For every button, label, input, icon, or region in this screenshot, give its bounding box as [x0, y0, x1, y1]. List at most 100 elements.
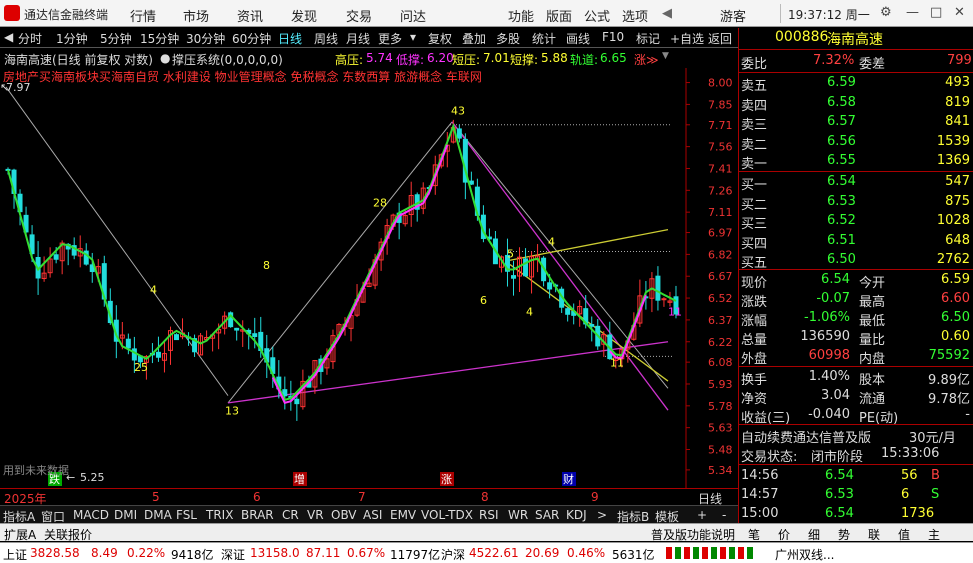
- tab-kdj[interactable]: KDJ: [566, 508, 587, 522]
- menu-news[interactable]: 资讯: [237, 6, 263, 25]
- broker-server[interactable]: 广州双线...: [775, 546, 834, 563]
- tab-more[interactable]: 更多: [378, 30, 402, 47]
- bid-row: 买二 6.53 875: [739, 193, 973, 213]
- high-pressure-value: 5.74: [366, 51, 393, 65]
- indicator-name[interactable]: 撑压系统(0,0,0,0,0): [172, 51, 283, 68]
- maximize-icon[interactable]: □: [930, 5, 942, 20]
- index-sz-name[interactable]: 深证: [221, 546, 245, 563]
- tab-weekly[interactable]: 周线: [314, 30, 338, 47]
- settings-icon[interactable]: ⚙: [880, 5, 892, 20]
- tab-dma[interactable]: DMA: [144, 508, 172, 522]
- f10-button[interactable]: F10: [602, 30, 624, 44]
- bid-level: 买二: [741, 197, 768, 213]
- bottom-tabs: 扩展A 关联报价 普及版功能说明 笔 价 细 势 联 值 主: [0, 523, 973, 543]
- tab-daily[interactable]: 日线: [278, 30, 302, 47]
- user-label[interactable]: 游客: [720, 6, 746, 25]
- statistics-button[interactable]: 统计: [532, 30, 556, 47]
- y-tick-label: 6.08: [708, 356, 733, 369]
- tab-wr[interactable]: WR: [508, 508, 528, 522]
- event-marker-label: 增: [294, 472, 305, 486]
- tab-1min[interactable]: 1分钟: [56, 30, 88, 47]
- event-marker-label: 财: [563, 472, 574, 486]
- ad-price[interactable]: 30元/月: [909, 427, 956, 446]
- menu-trade[interactable]: 交易: [346, 6, 372, 25]
- tab-macd[interactable]: MACD: [73, 508, 109, 522]
- tab-sar[interactable]: SAR: [535, 508, 559, 522]
- tab-xi[interactable]: 细: [808, 526, 820, 543]
- menu-ask[interactable]: 问达: [400, 6, 426, 25]
- tab-vr[interactable]: VR: [307, 508, 324, 522]
- tab-5min[interactable]: 5分钟: [100, 30, 132, 47]
- menu-quotes[interactable]: 行情: [130, 6, 156, 25]
- menu-options[interactable]: 选项: [622, 6, 648, 25]
- tick-volume: 1736: [901, 506, 935, 521]
- tab-cr[interactable]: CR: [282, 508, 299, 522]
- trade-state: 闭市阶段: [811, 450, 864, 465]
- tab-asi[interactable]: ASI: [363, 508, 382, 522]
- tab-emv[interactable]: EMV: [390, 508, 416, 522]
- menu-discover[interactable]: 发现: [291, 6, 317, 25]
- dropdown-icon[interactable]: ●: [160, 51, 170, 65]
- tab-shi[interactable]: 势: [838, 526, 850, 543]
- tab-30min[interactable]: 30分钟: [186, 30, 225, 47]
- y-tick-label: 7.41: [708, 162, 733, 175]
- tab-monthly[interactable]: 月线: [346, 30, 370, 47]
- tab-fenshi[interactable]: 分时: [18, 30, 42, 47]
- ask-row: 卖二 6.56 1539: [739, 133, 973, 153]
- ad-row[interactable]: 自动续费通达信普及版 30元/月: [739, 426, 973, 446]
- kline-chart[interactable]: 8.00 7.85 7.71 7.56 7.41 7.26 7.11 6.97 6.82 6.67…: [0, 68, 738, 488]
- zoom-out-button[interactable]: -: [722, 508, 726, 522]
- index-sh-name[interactable]: 上证: [3, 546, 27, 563]
- tab-fsl[interactable]: FSL: [176, 508, 197, 522]
- tick-side: B: [931, 468, 940, 483]
- tab-help[interactable]: 普及版功能说明: [651, 526, 735, 543]
- menu-layout[interactable]: 版面: [546, 6, 572, 25]
- tab-scroll-right[interactable]: >: [597, 508, 607, 522]
- menu-function[interactable]: 功能: [508, 6, 534, 25]
- tab-related-quotes[interactable]: 关联报价: [44, 526, 92, 543]
- candle-body: [661, 298, 667, 301]
- tab-zhu[interactable]: 主: [928, 526, 940, 543]
- index-hs-name[interactable]: 沪深: [441, 546, 465, 563]
- date-month-5: 5: [152, 490, 160, 504]
- menu-market[interactable]: 市场: [183, 6, 209, 25]
- bid-volume: 1028: [936, 213, 970, 228]
- ask-price: 6.56: [827, 133, 856, 149]
- multi-stock-button[interactable]: 多股: [496, 30, 520, 47]
- tab-zhi[interactable]: 值: [898, 526, 910, 543]
- tab-trix[interactable]: TRIX: [206, 508, 233, 522]
- y-tick-label: 6.52: [708, 292, 733, 305]
- chevron-down-icon[interactable]: ▾: [410, 30, 416, 44]
- tab-bi[interactable]: 笔: [748, 526, 760, 543]
- bid-price: 6.52: [827, 213, 856, 228]
- tab-vol-tdx[interactable]: VOL-TDX: [421, 508, 473, 522]
- tab-jia[interactable]: 价: [778, 526, 790, 543]
- draw-line-button[interactable]: 画线: [566, 30, 590, 47]
- bid-level: 买四: [741, 236, 768, 252]
- back-button[interactable]: 返回: [708, 30, 732, 47]
- scroll-left-icon[interactable]: ◀: [4, 30, 13, 44]
- zoom-in-button[interactable]: +: [697, 508, 707, 522]
- tab-brar[interactable]: BRAR: [241, 508, 274, 522]
- fuquan-button[interactable]: 复权: [428, 30, 452, 47]
- minimize-icon[interactable]: —: [906, 5, 919, 20]
- add-watchlist-button[interactable]: +自选: [670, 30, 704, 47]
- tab-lian[interactable]: 联: [868, 526, 880, 543]
- stat-row: 外盘 60998 内盘 75592: [741, 348, 970, 367]
- mark-button[interactable]: 标记: [636, 30, 660, 47]
- tab-rsi[interactable]: RSI: [479, 508, 499, 522]
- tab-extend-a[interactable]: 扩展A: [4, 526, 36, 543]
- close-icon[interactable]: ✕: [954, 5, 965, 20]
- tab-obv[interactable]: OBV: [331, 508, 357, 522]
- ad-text[interactable]: 自动续费通达信普及版: [741, 427, 871, 446]
- tab-dmi[interactable]: DMI: [114, 508, 137, 522]
- menu-formula[interactable]: 公式: [584, 6, 610, 25]
- tab-15min[interactable]: 15分钟: [140, 30, 179, 47]
- bid-volume: 875: [945, 193, 970, 209]
- chevron-left-icon[interactable]: ◀: [662, 6, 672, 21]
- tab-60min[interactable]: 60分钟: [232, 30, 271, 47]
- ask-row: 卖三 6.57 841: [739, 113, 973, 133]
- tick-volume: 6: [901, 487, 910, 502]
- more-icon[interactable]: ▼: [662, 51, 669, 61]
- overlay-button[interactable]: 叠加: [462, 30, 486, 47]
